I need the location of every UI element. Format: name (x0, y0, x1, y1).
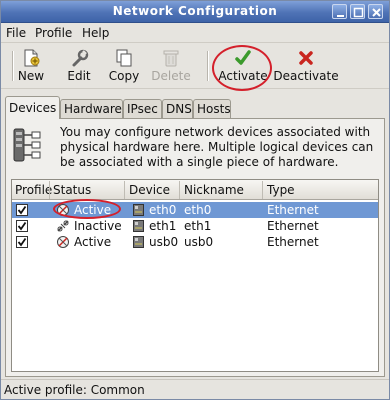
network-devices-icon (13, 128, 41, 162)
menu-file[interactable]: File (6, 26, 26, 40)
menu-bar: File Profile Help (1, 23, 389, 43)
window-title: Network Configuration (112, 4, 278, 18)
column-divider (124, 181, 125, 199)
column-divider (49, 181, 50, 199)
check-icon (17, 205, 27, 215)
maximize-button[interactable] (350, 4, 365, 19)
devices-description: You may configure network devices associ… (60, 125, 374, 169)
check-icon (17, 221, 27, 231)
column-type[interactable]: Type (267, 183, 295, 197)
new-label: New (17, 69, 45, 83)
status-highlight-ring (53, 199, 121, 219)
tab-bar: Devices Hardware IPsec DNS Hosts (5, 96, 385, 119)
type-cell: Ethernet (267, 219, 319, 233)
nickname-cell: eth0 (184, 203, 212, 217)
column-divider (262, 181, 263, 199)
title-bar[interactable]: Network Configuration (1, 1, 389, 23)
menu-help[interactable]: Help (82, 26, 109, 40)
active-status-icon (57, 236, 69, 248)
column-device[interactable]: Device (129, 183, 170, 197)
new-document-icon (24, 49, 40, 67)
status-bar: Active profile: Common (1, 379, 389, 399)
menu-profile[interactable]: Profile (35, 26, 72, 40)
check-icon (17, 237, 27, 247)
nickname-cell: eth1 (184, 219, 212, 233)
column-status[interactable]: Status (53, 183, 91, 197)
column-divider (179, 181, 180, 199)
table-row[interactable]: Inactive eth1 eth1 Ethernet (12, 218, 378, 234)
copy-icon (116, 49, 132, 67)
column-nickname[interactable]: Nickname (184, 183, 244, 197)
minimize-button[interactable] (332, 4, 347, 19)
delete-label: Delete (151, 69, 191, 83)
active-profile-text: Active profile: Common (4, 383, 145, 397)
tab-ipsec[interactable]: IPsec (123, 99, 162, 118)
network-card-icon (133, 220, 144, 232)
activate-highlight-ring (212, 45, 272, 91)
tab-devices[interactable]: Devices (5, 96, 60, 119)
tab-hosts[interactable]: Hosts (193, 99, 231, 118)
table-row[interactable]: Active usb0 usb0 Ethernet (12, 234, 378, 250)
network-card-icon (133, 204, 144, 216)
close-icon (372, 8, 381, 17)
toolbar: New Edit Copy Delete Activate Deactivate (1, 43, 389, 89)
network-configuration-window: Network Configuration File Profile Help … (0, 0, 390, 400)
copy-label: Copy (108, 69, 140, 83)
device-cell: eth1 (149, 219, 177, 233)
device-cell: usb0 (149, 235, 179, 249)
inactive-status-icon (57, 220, 69, 232)
profile-checkbox[interactable] (16, 236, 28, 248)
toolbar-separator (207, 51, 209, 81)
profile-checkbox[interactable] (16, 220, 28, 232)
status-cell: Inactive (74, 219, 122, 233)
tab-hardware[interactable]: Hardware (60, 99, 123, 118)
wrench-icon (72, 49, 89, 67)
list-header: Profile Status Device Nickname Type (12, 180, 378, 200)
minimize-icon (337, 15, 344, 17)
column-profile[interactable]: Profile (15, 183, 52, 197)
new-button[interactable]: New (5, 46, 57, 86)
close-button[interactable] (368, 4, 383, 19)
type-cell: Ethernet (267, 235, 319, 249)
status-cell: Active (74, 235, 112, 249)
profile-checkbox[interactable] (16, 204, 28, 216)
tab-dns[interactable]: DNS (162, 99, 193, 118)
red-x-icon (299, 51, 313, 65)
deactivate-label: Deactivate (273, 69, 339, 83)
delete-button[interactable]: Delete (145, 46, 197, 86)
copy-button[interactable]: Copy (98, 46, 150, 86)
nickname-cell: usb0 (184, 235, 214, 249)
type-cell: Ethernet (267, 203, 319, 217)
network-card-icon (133, 236, 144, 248)
device-cell: eth0 (149, 203, 177, 217)
maximize-icon (353, 7, 364, 18)
deactivate-button[interactable]: Deactivate (272, 46, 340, 86)
devices-panel: You may configure network devices associ… (5, 118, 385, 377)
trash-icon (163, 50, 179, 67)
